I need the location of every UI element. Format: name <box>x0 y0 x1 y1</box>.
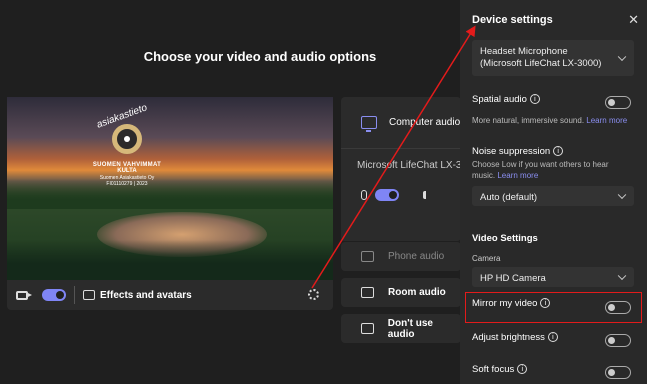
annotation-arrow <box>311 25 476 289</box>
